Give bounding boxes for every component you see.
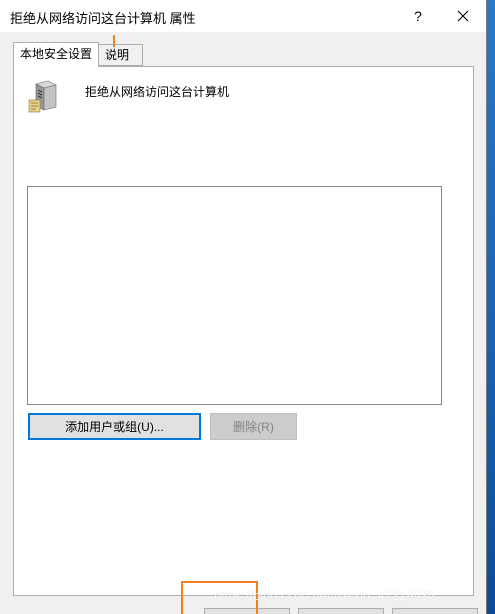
- close-button[interactable]: [440, 0, 486, 32]
- cancel-button[interactable]: [298, 608, 384, 614]
- close-icon: [457, 10, 469, 22]
- watermark-text: https://blog.csdn.net/weixin_47219935: [214, 588, 436, 603]
- remove-button[interactable]: 删除(R): [210, 413, 297, 440]
- desktop-background: [487, 0, 495, 614]
- policy-name: 拒绝从网络访问这台计算机: [85, 85, 230, 99]
- window-title: 拒绝从网络访问这台计算机 属性: [10, 11, 196, 26]
- help-button[interactable]: ?: [398, 0, 438, 32]
- apply-button[interactable]: [392, 608, 478, 614]
- tab-local-security-setting[interactable]: 本地安全设置: [13, 42, 99, 67]
- add-user-or-group-button[interactable]: 添加用户或组(U)...: [28, 413, 201, 440]
- server-icon: [28, 80, 60, 114]
- annotation-marker: [113, 35, 115, 47]
- members-listbox[interactable]: [27, 186, 442, 405]
- title-bar[interactable]: 拒绝从网络访问这台计算机 属性 ?: [0, 0, 486, 32]
- properties-dialog: 拒绝从网络访问这台计算机 属性 ? 本地安全设置 说明 拒绝从网络访问这台计算机…: [0, 0, 487, 614]
- tab-panel: 拒绝从网络访问这台计算机 添加用户或组(U)... 删除(R): [13, 66, 474, 596]
- tab-explain[interactable]: 说明: [99, 44, 143, 66]
- question-mark-icon: ?: [414, 8, 422, 24]
